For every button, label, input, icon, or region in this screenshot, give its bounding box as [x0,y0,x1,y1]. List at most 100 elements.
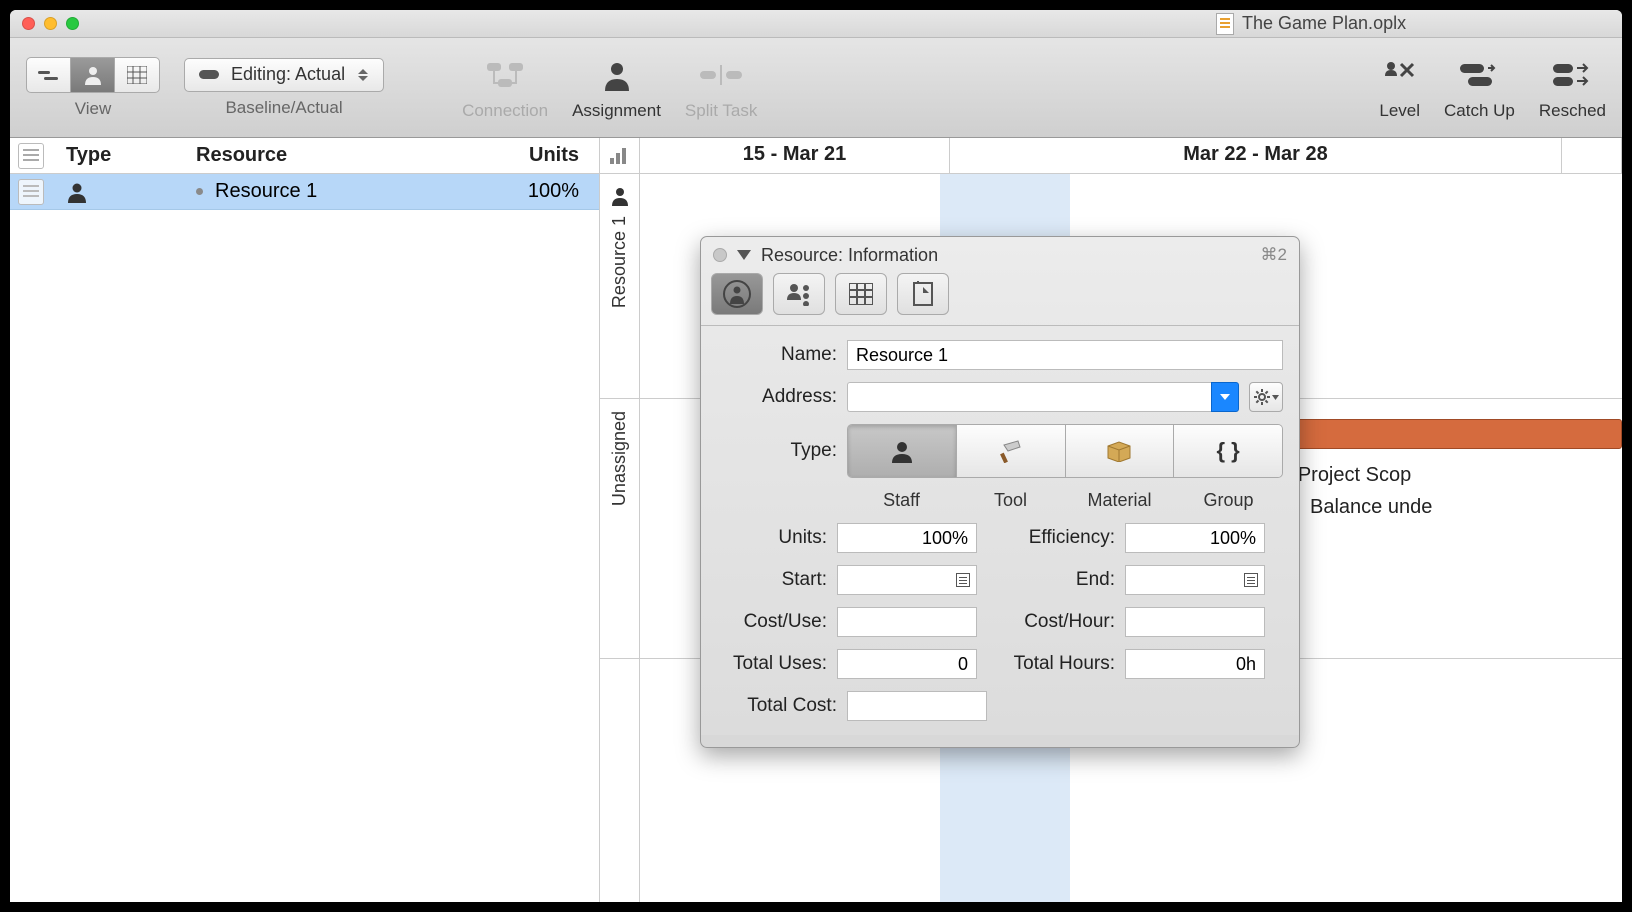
name-input[interactable] [847,340,1283,370]
type-group-label: Group [1174,490,1283,511]
costhour-input[interactable] [1125,607,1265,637]
timeline-range-1: 15 - Mar 21 [640,138,950,173]
minimize-window-button[interactable] [44,17,57,30]
totalcost-label: Total Cost: [717,695,837,717]
end-input[interactable] [1125,565,1265,595]
type-labels: Staff Tool Material Group [847,490,1283,511]
inspector-tabs [701,273,1299,325]
resource-rail: Resource 1 Unassigned [600,138,640,902]
inspector-title: Resource: Information [761,245,938,266]
units-label: Units: [717,527,827,549]
chevron-updown-icon [357,69,369,81]
bars-icon [610,148,630,164]
timeline-range-2: Mar 22 - Mar 28 [950,138,1562,173]
connection-button[interactable] [485,55,525,95]
end-label: End: [1005,569,1115,591]
type-label: Type: [717,440,837,462]
type-material-label: Material [1065,490,1174,511]
inspector-tab-2[interactable] [773,273,825,315]
inspector-tab-3[interactable] [835,273,887,315]
pill-icon [199,70,219,79]
type-tool-button[interactable] [957,425,1066,477]
name-label: Name: [717,344,837,366]
efficiency-label: Efficiency: [1005,527,1115,549]
column-headers: Type Resource Units [10,138,599,174]
type-material-button[interactable] [1066,425,1175,477]
titlebar: The Game Plan.oplx [10,10,1622,38]
bullet-icon [196,188,203,195]
editing-mode-select[interactable]: Editing: Actual [184,58,384,92]
address-gear-button[interactable] [1249,382,1283,412]
catchup-label: Catch Up [1444,101,1515,121]
resource-name: Resource 1 [215,180,317,203]
col-units[interactable]: Units [489,144,599,167]
rail-label-1: Resource 1 [609,216,630,308]
inspector-tab-info[interactable] [711,273,763,315]
address-dropdown-button[interactable] [1211,382,1239,412]
assignment-button[interactable] [601,55,633,95]
costhour-label: Cost/Hour: [1005,611,1115,633]
type-segment: { } [847,424,1283,478]
disclosure-triangle-icon[interactable] [737,250,751,260]
type-staff-button[interactable] [848,425,957,477]
inspector-close-button[interactable] [713,248,727,262]
totalcost-input[interactable] [847,691,987,721]
totalhours-input[interactable] [1125,649,1265,679]
efficiency-input[interactable] [1125,523,1265,553]
start-input[interactable] [837,565,977,595]
totalhours-label: Total Hours: [1005,653,1115,675]
address-combo [847,382,1239,412]
assignment-label: Assignment [572,101,661,121]
costuse-label: Cost/Use: [717,611,827,633]
reschedule-label: Resched [1539,101,1606,121]
level-button[interactable] [1383,55,1417,95]
view-calendar-button[interactable] [115,58,159,92]
inspector-titlebar[interactable]: Resource: Information ⌘2 [701,237,1299,273]
chevron-down-icon [1272,395,1279,400]
gear-icon [1254,389,1270,405]
costuse-input[interactable] [837,607,977,637]
view-resources-button[interactable] [71,58,115,92]
address-input[interactable] [847,382,1211,412]
traffic-lights [22,17,79,30]
inspector-body: Name: Address: Type: [701,325,1299,735]
close-window-button[interactable] [22,17,35,30]
task-label-2: Balance unde [1310,496,1432,519]
type-staff-label: Staff [847,490,956,511]
reschedule-button[interactable] [1553,55,1591,95]
inspector-tab-4[interactable] [897,273,949,315]
col-type[interactable]: Type [66,144,196,167]
inspector-shortcut: ⌘2 [1261,245,1287,265]
baseline-label: Baseline/Actual [225,98,342,118]
rail-resource-1[interactable]: Resource 1 [600,174,639,399]
connection-label: Connection [462,101,548,121]
calendar-icon [956,573,970,587]
view-gantt-button[interactable] [27,58,71,92]
view-label: View [75,99,112,119]
row-marker-header-icon [18,143,44,169]
units-input[interactable] [837,523,977,553]
timeline-header: 15 - Mar 21 Mar 22 - Mar 28 [640,138,1622,174]
type-group-button[interactable]: { } [1174,425,1282,477]
type-tool-label: Tool [956,490,1065,511]
split-task-button[interactable] [700,55,742,95]
person-icon [66,181,88,203]
rail-unassigned[interactable]: Unassigned [600,399,639,659]
resource-row[interactable]: Resource 1 100% [10,174,599,210]
catchup-button[interactable] [1460,55,1498,95]
timeline-range-3 [1562,138,1622,173]
totaluses-label: Total Uses: [717,653,827,675]
window-title: The Game Plan.oplx [1216,13,1406,35]
person-icon [610,186,630,206]
zoom-window-button[interactable] [66,17,79,30]
document-icon [1216,13,1234,35]
editing-mode-text: Editing: Actual [231,64,345,85]
rail-label-2: Unassigned [609,411,630,506]
col-resource[interactable]: Resource [196,144,489,167]
view-segment [26,57,160,93]
calendar-icon [1244,573,1258,587]
level-label: Level [1379,101,1420,121]
window-title-text: The Game Plan.oplx [1242,13,1406,34]
row-marker-icon [18,179,44,205]
totaluses-input[interactable] [837,649,977,679]
